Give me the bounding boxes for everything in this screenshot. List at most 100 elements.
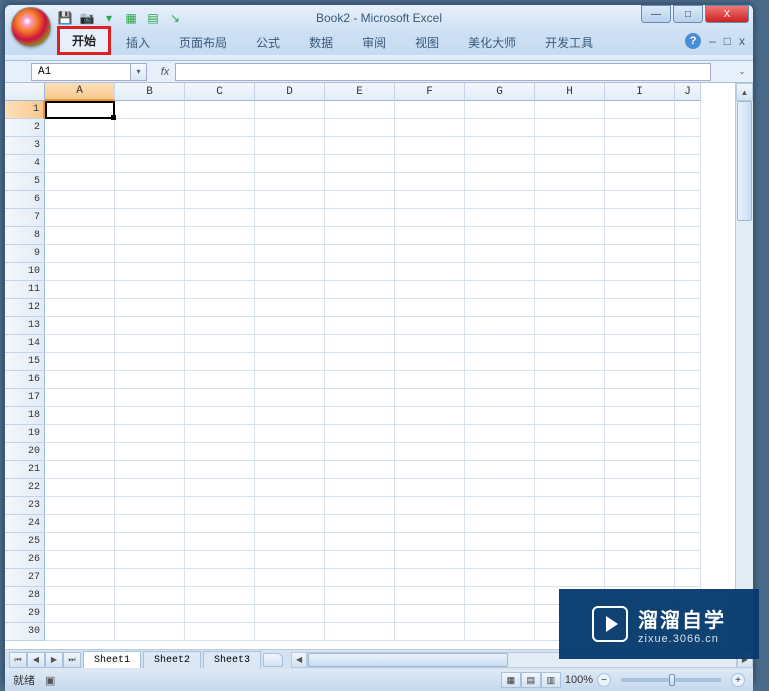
cell[interactable] — [395, 533, 465, 551]
cell[interactable] — [605, 101, 675, 119]
cell[interactable] — [325, 191, 395, 209]
cell[interactable] — [675, 389, 701, 407]
cell[interactable] — [535, 371, 605, 389]
cell[interactable] — [115, 497, 185, 515]
row-header-27[interactable]: 27 — [5, 569, 45, 587]
cell[interactable] — [185, 371, 255, 389]
cell[interactable] — [395, 281, 465, 299]
cell[interactable] — [255, 623, 325, 641]
cell[interactable] — [395, 443, 465, 461]
cell[interactable] — [395, 155, 465, 173]
cell[interactable] — [115, 389, 185, 407]
workbook-restore-icon[interactable]: □ — [724, 34, 731, 48]
cell[interactable] — [675, 497, 701, 515]
cell[interactable] — [605, 119, 675, 137]
cell[interactable] — [185, 605, 255, 623]
cell[interactable] — [535, 119, 605, 137]
cell[interactable] — [45, 461, 115, 479]
cell[interactable] — [395, 335, 465, 353]
cell[interactable] — [395, 209, 465, 227]
cell[interactable] — [115, 227, 185, 245]
tab-nav-last-icon[interactable]: ⏭ — [63, 652, 81, 668]
cell[interactable] — [115, 515, 185, 533]
cell[interactable] — [675, 281, 701, 299]
cell[interactable] — [45, 425, 115, 443]
cell[interactable] — [115, 407, 185, 425]
cell[interactable] — [115, 479, 185, 497]
cell[interactable] — [395, 515, 465, 533]
cell[interactable] — [115, 605, 185, 623]
cell[interactable] — [605, 299, 675, 317]
cell[interactable] — [675, 479, 701, 497]
minimize-button[interactable]: — — [641, 5, 671, 23]
tab-insert[interactable]: 插入 — [112, 30, 164, 55]
cell[interactable] — [255, 587, 325, 605]
cell[interactable] — [465, 587, 535, 605]
row-header-14[interactable]: 14 — [5, 335, 45, 353]
cell[interactable] — [185, 173, 255, 191]
office-button[interactable] — [11, 7, 51, 47]
cell[interactable] — [605, 209, 675, 227]
cell[interactable] — [675, 245, 701, 263]
cell[interactable] — [605, 317, 675, 335]
cell[interactable] — [535, 335, 605, 353]
row-header-7[interactable]: 7 — [5, 209, 45, 227]
cell[interactable] — [115, 461, 185, 479]
cell[interactable] — [45, 137, 115, 155]
cell[interactable] — [465, 281, 535, 299]
cell[interactable] — [325, 371, 395, 389]
cell[interactable] — [395, 263, 465, 281]
cell[interactable] — [535, 191, 605, 209]
cell[interactable] — [115, 317, 185, 335]
cell[interactable] — [535, 407, 605, 425]
cell[interactable] — [535, 101, 605, 119]
cell[interactable] — [395, 425, 465, 443]
row-header-18[interactable]: 18 — [5, 407, 45, 425]
cell[interactable] — [465, 227, 535, 245]
cell[interactable] — [395, 245, 465, 263]
cell[interactable] — [675, 407, 701, 425]
cell[interactable] — [605, 479, 675, 497]
cell[interactable] — [185, 245, 255, 263]
cell[interactable] — [395, 551, 465, 569]
cell[interactable] — [605, 173, 675, 191]
cell[interactable] — [605, 515, 675, 533]
cell[interactable] — [115, 353, 185, 371]
cell[interactable] — [395, 371, 465, 389]
zoom-level[interactable]: 100% — [565, 674, 593, 686]
cell[interactable] — [115, 533, 185, 551]
cell[interactable] — [395, 569, 465, 587]
macro-record-icon[interactable]: ▣ — [45, 674, 55, 687]
cell[interactable] — [45, 389, 115, 407]
row-header-29[interactable]: 29 — [5, 605, 45, 623]
cell[interactable] — [605, 335, 675, 353]
cell[interactable] — [185, 569, 255, 587]
cell[interactable] — [325, 173, 395, 191]
cell[interactable] — [255, 173, 325, 191]
row-header-17[interactable]: 17 — [5, 389, 45, 407]
cell[interactable] — [115, 425, 185, 443]
cell[interactable] — [325, 299, 395, 317]
cell[interactable] — [45, 515, 115, 533]
cell[interactable] — [395, 101, 465, 119]
cell[interactable] — [395, 119, 465, 137]
column-header-H[interactable]: H — [535, 83, 605, 101]
hscroll-thumb[interactable] — [308, 653, 508, 667]
row-header-10[interactable]: 10 — [5, 263, 45, 281]
cell[interactable] — [185, 263, 255, 281]
cell[interactable] — [185, 389, 255, 407]
cell[interactable] — [465, 119, 535, 137]
cell[interactable] — [325, 479, 395, 497]
cell[interactable] — [45, 263, 115, 281]
cell[interactable] — [115, 299, 185, 317]
tab-nav-first-icon[interactable]: ⏮ — [9, 652, 27, 668]
cell[interactable] — [535, 317, 605, 335]
cell[interactable] — [45, 569, 115, 587]
cell[interactable] — [465, 173, 535, 191]
cell[interactable] — [185, 515, 255, 533]
cell[interactable] — [325, 209, 395, 227]
cell[interactable] — [115, 209, 185, 227]
vertical-scrollbar[interactable]: ▲ ▼ — [735, 83, 753, 649]
save-icon[interactable]: 💾 — [57, 10, 73, 26]
cell[interactable] — [675, 101, 701, 119]
